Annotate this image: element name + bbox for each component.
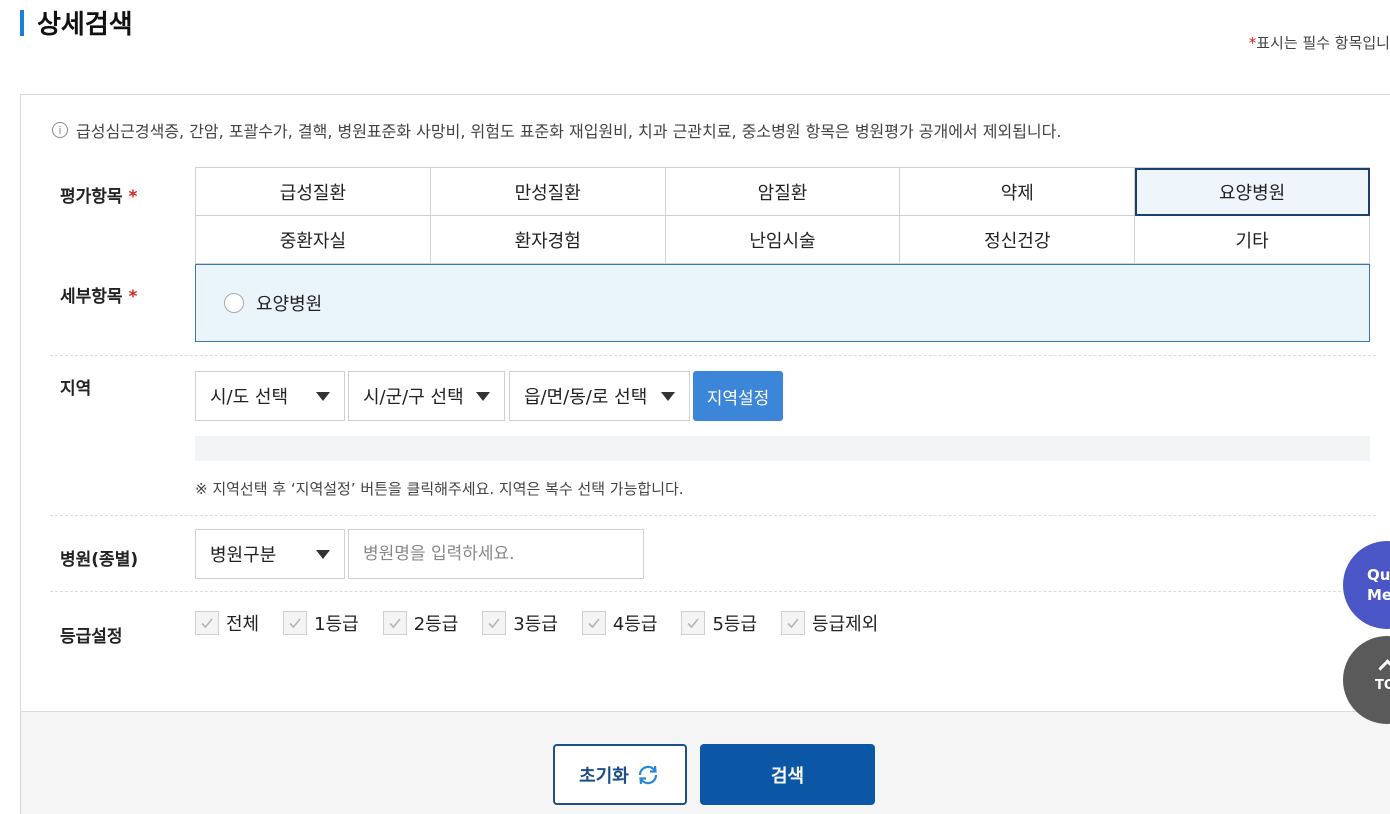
- evaluation-tab[interactable]: 급성질환: [196, 168, 431, 216]
- evaluation-tab[interactable]: 암질환: [665, 168, 901, 216]
- checkbox[interactable]: [283, 611, 308, 635]
- evaluation-tab[interactable]: 기타: [1135, 216, 1370, 264]
- check-icon: [588, 618, 600, 629]
- required-note: *표시는 필수 항목입니: [1249, 32, 1390, 53]
- evaluation-tab[interactable]: 중환자실: [196, 216, 431, 264]
- check-icon: [289, 618, 301, 629]
- title-accent-bar: [20, 10, 24, 36]
- caret-down-icon: [316, 549, 330, 559]
- chevron-up-icon: [1378, 659, 1390, 678]
- hospital-name-input[interactable]: [348, 529, 644, 579]
- region-label: 지역: [60, 379, 92, 399]
- checkbox[interactable]: [482, 611, 507, 635]
- check-icon: [488, 618, 500, 629]
- info-notice: i 급성심근경색증, 간암, 포괄수가, 결핵, 병원표준화 사망비, 위험도 …: [52, 118, 1061, 142]
- grade-option[interactable]: 3등급: [482, 610, 558, 636]
- divider: [50, 515, 1376, 516]
- caret-down-icon: [316, 391, 330, 401]
- grade-option-label: 3등급: [513, 614, 558, 635]
- sido-select-value: 시/도 선택: [210, 387, 289, 408]
- sigungu-select[interactable]: 시/군/구 선택: [348, 371, 505, 421]
- search-button[interactable]: 검색: [700, 744, 875, 805]
- grade-option-label: 5등급: [712, 614, 758, 635]
- hospital-label: 병원(종별): [60, 550, 139, 570]
- grade-option[interactable]: 4등급: [581, 610, 658, 636]
- check-icon: [389, 618, 401, 629]
- detail-radio[interactable]: [224, 293, 244, 313]
- page-title: 상세검색: [37, 10, 133, 40]
- grade-option[interactable]: 5등급: [681, 610, 757, 636]
- checkbox[interactable]: [382, 611, 407, 635]
- grade-option[interactable]: 1등급: [283, 610, 359, 636]
- checkbox[interactable]: [581, 611, 606, 635]
- evaluation-label-text: 평가항목: [60, 187, 123, 207]
- quick-menu-text-line2: Me: [1367, 586, 1390, 604]
- grade-option-label: 전체: [226, 614, 260, 635]
- detail-option-label[interactable]: 요양병원: [256, 290, 322, 316]
- grade-option-label: 등급제외: [812, 614, 879, 635]
- check-icon: [787, 618, 799, 629]
- evaluation-tab[interactable]: 환자경험: [430, 216, 666, 264]
- dong-select[interactable]: 읍/면/동/로 선택: [509, 371, 690, 421]
- reset-button-label: 초기화: [579, 765, 629, 787]
- required-star: *: [128, 287, 138, 307]
- divider: [50, 355, 1376, 356]
- evaluation-tab[interactable]: 정신건강: [900, 216, 1136, 264]
- grade-option-label: 1등급: [314, 614, 359, 635]
- caret-down-icon: [661, 391, 675, 401]
- divider: [50, 591, 1376, 592]
- info-text: 급성심근경색증, 간암, 포괄수가, 결핵, 병원표준화 사망비, 위험도 표준…: [76, 122, 1062, 141]
- caret-down-icon: [476, 391, 490, 401]
- region-help-text: ※ 지역선택 후 ‘지역설정’ 버튼을 클릭해주세요. 지역은 복수 선택 가능…: [195, 480, 684, 498]
- grade-label: 등급설정: [60, 627, 123, 647]
- sigungu-select-value: 시/군/구 선택: [363, 387, 464, 408]
- evaluation-label: 평가항목 *: [60, 182, 137, 207]
- dong-select-value: 읍/면/동/로 선택: [524, 387, 648, 408]
- scroll-top-label: TO: [1375, 678, 1390, 693]
- quick-menu-text-line1: Qui: [1367, 566, 1390, 584]
- checkbox[interactable]: [681, 611, 706, 635]
- grade-option[interactable]: 등급제외: [781, 610, 878, 636]
- evaluation-tab[interactable]: 난임시술: [665, 216, 901, 264]
- hospital-type-select[interactable]: 병원구분: [195, 529, 345, 579]
- evaluation-tab[interactable]: 약제: [900, 168, 1136, 216]
- hospital-type-value: 병원구분: [210, 545, 277, 566]
- grade-option[interactable]: 전체: [195, 610, 259, 636]
- sido-select[interactable]: 시/도 선택: [195, 371, 345, 421]
- grade-checkbox-group: 전체 1등급 2등급 3등급 4등급 5등급 등급제외: [195, 610, 902, 636]
- region-set-button[interactable]: 지역설정: [693, 371, 783, 421]
- detail-options-box: 요양병원: [195, 264, 1370, 342]
- checkbox[interactable]: [781, 611, 806, 635]
- required-note-text: 표시는 필수 항목입니: [1256, 34, 1390, 52]
- grade-option-label: 4등급: [612, 614, 658, 635]
- grade-option[interactable]: 2등급: [382, 610, 459, 636]
- reset-button[interactable]: 초기화: [553, 744, 687, 805]
- info-circle-icon: i: [52, 122, 68, 138]
- evaluation-tabs: 급성질환 만성질환 암질환 약제 요양병원중환자실 환자경험 난임시술 정신건강 기타: [195, 167, 1370, 264]
- detail-label: 세부항목 *: [60, 282, 137, 307]
- required-star: *: [128, 187, 138, 207]
- selected-region-area: [195, 436, 1370, 461]
- check-icon: [201, 618, 213, 629]
- checkbox[interactable]: [195, 611, 219, 635]
- grade-option-label: 2등급: [413, 614, 459, 635]
- detail-label-text: 세부항목: [60, 287, 123, 307]
- evaluation-tab[interactable]: 만성질환: [430, 168, 666, 216]
- refresh-icon: [638, 765, 657, 784]
- evaluation-tab[interactable]: 요양병원: [1135, 168, 1370, 216]
- check-icon: [687, 618, 700, 629]
